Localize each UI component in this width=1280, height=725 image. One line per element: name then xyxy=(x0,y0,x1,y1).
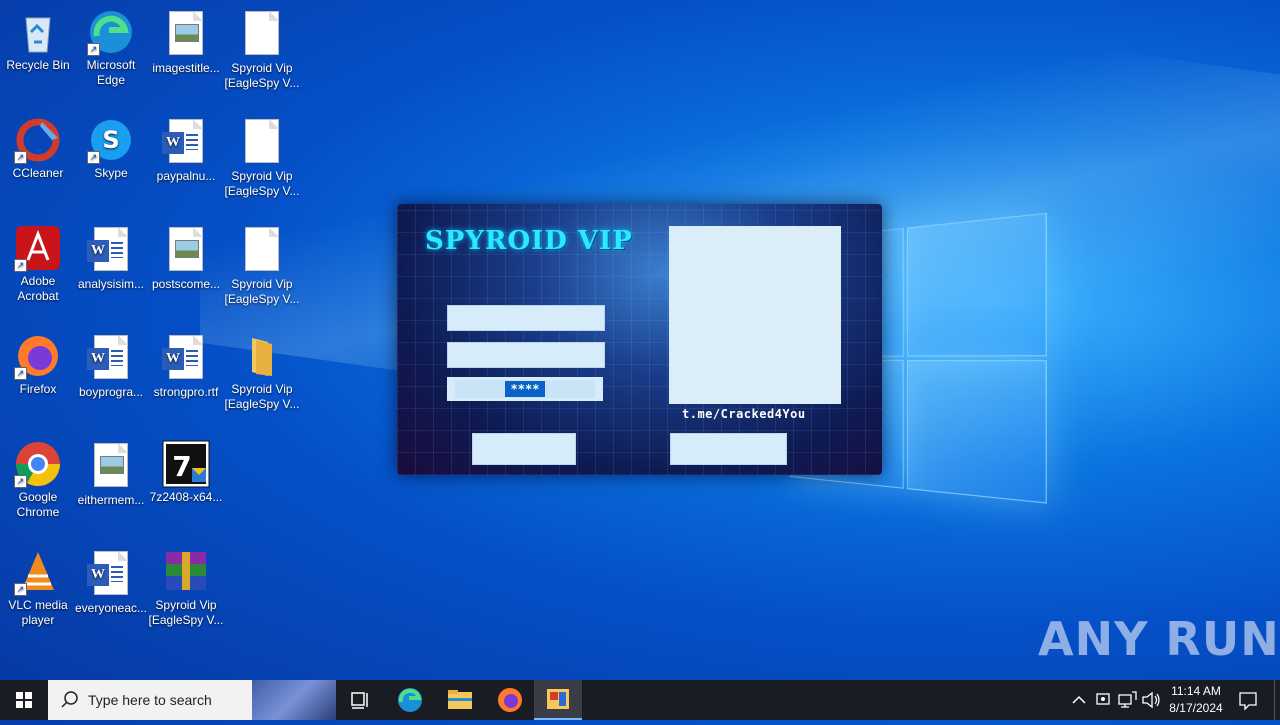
tray-network[interactable] xyxy=(1116,680,1138,720)
app-title: SPYROID VIP xyxy=(425,226,633,256)
winrar-archive-icon xyxy=(162,548,210,596)
desktop-icon-google-chrome[interactable]: ↗ Google Chrome xyxy=(0,440,76,520)
7zip-icon: 7 xyxy=(162,440,210,488)
desktop-icon-paypalnu[interactable]: W paypalnu... xyxy=(148,116,224,184)
desktop-icon-recycle-bin[interactable]: Recycle Bin xyxy=(0,8,76,73)
desktop-icon-boyprogra[interactable]: W boyprogra... xyxy=(73,332,149,400)
word-document-icon: W xyxy=(87,335,135,383)
clock-date: 8/17/2024 xyxy=(1169,701,1223,715)
login-button[interactable] xyxy=(472,433,576,465)
edge-icon xyxy=(398,688,422,712)
telegram-link[interactable]: t.me/Cracked4You xyxy=(682,407,806,421)
blank-file-icon xyxy=(238,227,286,275)
search-placeholder: Type here to search xyxy=(88,692,212,708)
desktop-icon-spyroid-rar[interactable]: Spyroid Vip [EagleSpy V... xyxy=(148,548,224,628)
search-icon xyxy=(61,691,78,708)
word-document-icon: W xyxy=(162,335,210,383)
desktop-icon-skype[interactable]: S ↗ Skype xyxy=(73,116,149,181)
edge-icon: ↗ xyxy=(87,8,135,56)
tray-device-icon[interactable] xyxy=(1092,680,1114,720)
firefox-icon: ↗ xyxy=(14,332,62,380)
show-desktop-button[interactable] xyxy=(1274,680,1280,720)
recycle-bin-icon xyxy=(14,8,62,56)
taskbar-search[interactable]: Type here to search xyxy=(48,680,336,720)
svg-text:7: 7 xyxy=(172,450,191,483)
anyrun-watermark: ANY RUN xyxy=(1038,612,1280,666)
password-mask: **** xyxy=(505,381,545,397)
ccleaner-icon: ↗ xyxy=(14,116,62,164)
taskbar-spyroid-app[interactable] xyxy=(534,680,582,720)
skype-icon: S ↗ xyxy=(87,116,135,164)
network-icon xyxy=(1118,691,1137,708)
vlc-icon: ↗ xyxy=(14,548,62,596)
notification-icon xyxy=(1239,692,1257,711)
tray-volume[interactable] xyxy=(1140,680,1162,720)
preview-panel xyxy=(669,226,841,404)
folder-icon xyxy=(238,332,286,380)
desktop-icon-imagestitle[interactable]: imagestitle... xyxy=(148,8,224,76)
desktop-icon-analysisim[interactable]: W analysisim... xyxy=(73,224,149,292)
desktop-icon-adobe-acrobat[interactable]: ↗ Adobe Acrobat xyxy=(0,224,76,304)
task-view-button[interactable] xyxy=(336,680,384,720)
action-button[interactable] xyxy=(670,433,787,465)
action-center-button[interactable] xyxy=(1236,680,1260,720)
clock-time: 11:14 AM xyxy=(1171,684,1221,698)
image-file-icon xyxy=(162,227,210,275)
desktop-icon-everyoneac[interactable]: W everyoneac... xyxy=(73,548,149,616)
desktop-icon-spyroid-2[interactable]: Spyroid Vip [EagleSpy V... xyxy=(224,116,300,199)
chevron-up-icon xyxy=(1072,695,1086,704)
blank-file-icon xyxy=(238,11,286,59)
desktop-icon-spyroid-folder[interactable]: Spyroid Vip [EagleSpy V... xyxy=(224,332,300,412)
password-input[interactable]: **** xyxy=(447,377,603,401)
taskbar-firefox[interactable] xyxy=(486,680,534,720)
blank-file-icon xyxy=(238,119,286,167)
desktop-icon-vlc[interactable]: ↗ VLC media player xyxy=(0,548,76,628)
task-view-icon xyxy=(351,692,368,709)
desktop-icon-eithermem[interactable]: eithermem... xyxy=(73,440,149,508)
adobe-acrobat-icon: ↗ xyxy=(14,224,62,272)
taskbar-clock[interactable]: 11:14 AM 8/17/2024 xyxy=(1160,683,1232,717)
word-document-icon: W xyxy=(162,119,210,167)
taskbar-file-explorer[interactable] xyxy=(436,680,484,720)
spyroid-app-icon xyxy=(547,689,569,709)
taskbar-edge[interactable] xyxy=(386,680,434,720)
desktop-icon-7zip-installer[interactable]: 7 7z2408-x64... xyxy=(148,440,224,505)
desktop-icon-ccleaner[interactable]: ↗ CCleaner xyxy=(0,116,76,181)
chrome-icon: ↗ xyxy=(14,440,62,488)
desktop-icon-strongpro[interactable]: W strongpro.rtf xyxy=(148,332,224,400)
desktop-icon-microsoft-edge[interactable]: ↗ Microsoft Edge xyxy=(73,8,149,88)
windows-icon xyxy=(16,692,32,708)
desktop-icon-spyroid-3[interactable]: Spyroid Vip [EagleSpy V... xyxy=(224,224,300,307)
desktop-icon-firefox[interactable]: ↗ Firefox xyxy=(0,332,76,397)
username-input[interactable] xyxy=(447,305,605,331)
device-icon xyxy=(1096,693,1110,705)
image-file-icon xyxy=(162,11,210,59)
word-document-icon: W xyxy=(87,551,135,599)
firefox-icon xyxy=(498,688,522,712)
volume-icon xyxy=(1142,691,1160,709)
word-document-icon: W xyxy=(87,227,135,275)
show-hidden-icons[interactable] xyxy=(1068,680,1090,720)
svg-text:S: S xyxy=(102,126,119,154)
folder-icon xyxy=(448,690,472,709)
spyroid-vip-window[interactable]: SPYROID VIP **** t.me/Cracked4You xyxy=(397,204,882,475)
key-input[interactable] xyxy=(447,342,605,368)
search-highlight-art xyxy=(252,680,336,720)
image-file-icon xyxy=(87,443,135,491)
taskbar: Type here to search 11:14 AM 8/17/2024 xyxy=(0,680,1280,720)
start-button[interactable] xyxy=(0,680,48,720)
desktop-icon-spyroid-1[interactable]: Spyroid Vip [EagleSpy V... xyxy=(224,8,300,91)
desktop-icon-postscome[interactable]: postscome... xyxy=(148,224,224,292)
